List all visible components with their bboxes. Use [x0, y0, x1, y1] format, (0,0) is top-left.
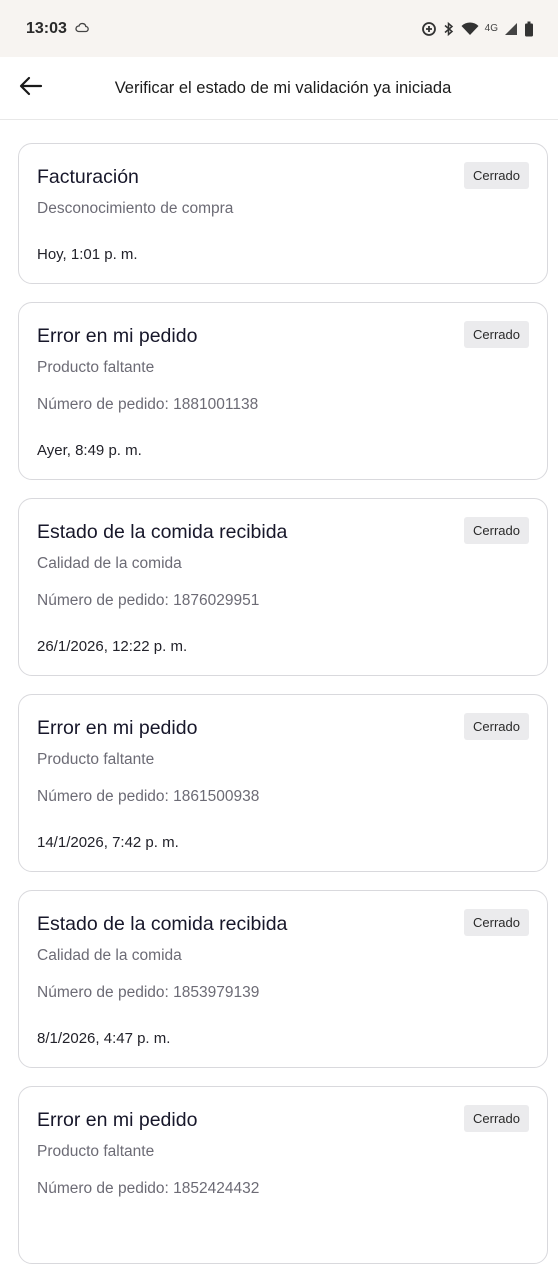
- case-list: Facturación Desconocimiento de compra Ho…: [18, 143, 548, 1282]
- case-card[interactable]: Error en mi pedido Producto faltante Núm…: [18, 1086, 548, 1264]
- case-order-number: Número de pedido: 1853979139: [37, 984, 260, 1001]
- case-card[interactable]: Estado de la comida recibida Calidad de …: [18, 498, 548, 676]
- wifi-icon: [461, 21, 479, 36]
- case-title: Error en mi pedido: [37, 325, 198, 347]
- case-subtitle: Calidad de la comida: [37, 555, 182, 572]
- case-card[interactable]: Facturación Desconocimiento de compra Ho…: [18, 143, 548, 284]
- case-order-number: Número de pedido: 1876029951: [37, 592, 260, 609]
- status-badge: Cerrado: [464, 162, 529, 189]
- case-subtitle: Producto faltante: [37, 751, 155, 768]
- battery-icon: [524, 21, 534, 37]
- case-subtitle: Desconocimiento de compra: [37, 200, 234, 217]
- case-date: Ayer, 8:49 p. m.: [37, 442, 142, 459]
- cloud-icon: [75, 20, 89, 38]
- case-subtitle: Producto faltante: [37, 359, 155, 376]
- cellular-signal-icon: [504, 22, 518, 36]
- case-date: 8/1/2026, 4:47 p. m.: [37, 1030, 171, 1047]
- bluetooth-icon: [443, 21, 455, 37]
- case-card[interactable]: Error en mi pedido Producto faltante Núm…: [18, 694, 548, 872]
- network-type-label: 4G: [484, 23, 498, 34]
- data-saver-icon: [421, 21, 437, 37]
- case-date: 14/1/2026, 7:42 p. m.: [37, 834, 179, 851]
- case-title: Estado de la comida recibida: [37, 913, 288, 935]
- case-card[interactable]: Error en mi pedido Producto faltante Núm…: [18, 302, 548, 480]
- case-subtitle: Producto faltante: [37, 1143, 155, 1160]
- page-title: Verificar el estado de mi validación ya …: [114, 79, 452, 97]
- status-badge: Cerrado: [464, 1105, 529, 1132]
- app-header: Verificar el estado de mi validación ya …: [0, 57, 558, 120]
- case-order-number: Número de pedido: 1861500938: [37, 788, 260, 805]
- case-subtitle: Calidad de la comida: [37, 947, 182, 964]
- status-left: 13:03: [26, 20, 89, 38]
- case-card[interactable]: Estado de la comida recibida Calidad de …: [18, 890, 548, 1068]
- status-badge: Cerrado: [464, 517, 529, 544]
- case-date: 26/1/2026, 12:22 p. m.: [37, 638, 188, 655]
- status-time: 13:03: [26, 19, 67, 37]
- case-title: Error en mi pedido: [37, 1109, 198, 1131]
- status-badge: Cerrado: [464, 713, 529, 740]
- case-title: Error en mi pedido: [37, 717, 198, 739]
- status-right: 4G: [421, 21, 534, 37]
- case-date: Hoy, 1:01 p. m.: [37, 246, 138, 263]
- status-bar: 13:03 4G: [0, 0, 558, 57]
- case-order-number: Número de pedido: 1881001138: [37, 396, 259, 413]
- case-title: Facturación: [37, 166, 139, 188]
- status-badge: Cerrado: [464, 909, 529, 936]
- case-title: Estado de la comida recibida: [37, 521, 288, 543]
- case-order-number: Número de pedido: 1852424432: [37, 1180, 260, 1197]
- status-badge: Cerrado: [464, 321, 529, 348]
